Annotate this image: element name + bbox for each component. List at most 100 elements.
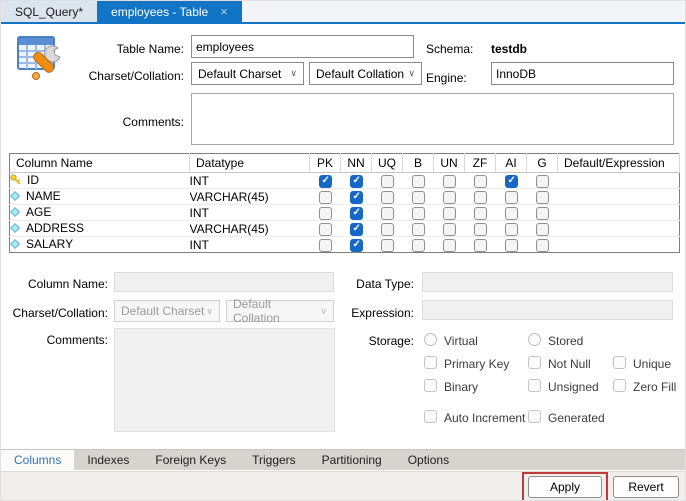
nn-checkbox[interactable] <box>350 175 363 188</box>
uq-checkbox[interactable] <box>381 191 394 204</box>
tab-sql-query[interactable]: SQL_Query* <box>1 1 97 22</box>
not-null-checkbox[interactable] <box>528 356 541 369</box>
revert-button[interactable]: Revert <box>613 476 679 498</box>
zf-checkbox[interactable] <box>474 223 487 236</box>
uq-checkbox[interactable] <box>381 207 394 220</box>
tab-foreign-keys[interactable]: Foreign Keys <box>142 450 239 470</box>
header-datatype[interactable]: Datatype <box>190 154 310 173</box>
charset-dropdown[interactable]: Default Charset ∨ <box>191 62 304 85</box>
table-name-input[interactable] <box>191 35 414 58</box>
primary-key-checkbox[interactable] <box>424 356 437 369</box>
column-row-salary[interactable]: SALARY INT <box>10 237 680 253</box>
close-icon[interactable]: × <box>220 5 228 18</box>
header-ai[interactable]: AI <box>496 154 527 173</box>
pk-checkbox[interactable] <box>319 191 332 204</box>
default-expression-cell[interactable] <box>558 173 680 189</box>
un-checkbox[interactable] <box>443 239 456 252</box>
tab-partitioning[interactable]: Partitioning <box>309 450 395 470</box>
binary-checkbox[interactable] <box>424 379 437 392</box>
detail-data-type-input[interactable] <box>422 272 673 292</box>
tab-options[interactable]: Options <box>395 450 462 470</box>
nn-checkbox[interactable] <box>350 223 363 236</box>
unique-checkbox[interactable] <box>613 356 626 369</box>
b-checkbox[interactable] <box>412 223 425 236</box>
header-b[interactable]: B <box>403 154 434 173</box>
column-row-age[interactable]: AGE INT <box>10 205 680 221</box>
g-checkbox[interactable] <box>536 191 549 204</box>
header-zf[interactable]: ZF <box>465 154 496 173</box>
datatype-cell: INT <box>190 173 310 189</box>
zf-checkbox[interactable] <box>474 191 487 204</box>
zf-checkbox[interactable] <box>474 239 487 252</box>
nn-checkbox[interactable] <box>350 191 363 204</box>
apply-button[interactable]: Apply <box>528 476 602 498</box>
header-uq[interactable]: UQ <box>372 154 403 173</box>
default-expression-cell[interactable] <box>558 237 680 253</box>
ai-checkbox[interactable] <box>505 191 518 204</box>
header-un[interactable]: UN <box>434 154 465 173</box>
zf-checkbox[interactable] <box>474 207 487 220</box>
un-checkbox[interactable] <box>443 175 456 188</box>
tab-indexes[interactable]: Indexes <box>74 450 142 470</box>
ai-checkbox[interactable] <box>505 175 518 188</box>
column-row-name[interactable]: NAME VARCHAR(45) <box>10 189 680 205</box>
detail-comments-textarea[interactable] <box>114 328 335 432</box>
unsigned-checkbox[interactable] <box>528 379 541 392</box>
default-expression-cell[interactable] <box>558 205 680 221</box>
b-checkbox[interactable] <box>412 239 425 252</box>
uq-checkbox[interactable] <box>381 223 394 236</box>
header-column-name[interactable]: Column Name <box>10 154 190 173</box>
generated-checkbox[interactable] <box>528 410 541 423</box>
pk-checkbox[interactable] <box>319 239 332 252</box>
header-pk[interactable]: PK <box>310 154 341 173</box>
pk-checkbox[interactable] <box>319 207 332 220</box>
tab-employees-table[interactable]: employees - Table × <box>97 1 242 22</box>
un-checkbox[interactable] <box>443 207 456 220</box>
engine-label: Engine: <box>426 71 467 85</box>
default-expression-cell[interactable] <box>558 189 680 205</box>
detail-charset-dropdown[interactable]: Default Charset ∨ <box>114 300 220 322</box>
uq-checkbox[interactable] <box>381 175 394 188</box>
pk-checkbox[interactable] <box>319 223 332 236</box>
uq-checkbox[interactable] <box>381 239 394 252</box>
un-checkbox[interactable] <box>443 223 456 236</box>
b-checkbox[interactable] <box>412 175 425 188</box>
ai-checkbox[interactable] <box>505 223 518 236</box>
auto-increment-checkbox[interactable] <box>424 410 437 423</box>
nn-checkbox[interactable] <box>350 239 363 252</box>
g-checkbox[interactable] <box>536 207 549 220</box>
default-expression-cell[interactable] <box>558 221 680 237</box>
tab-columns[interactable]: Columns <box>1 450 74 470</box>
zf-checkbox[interactable] <box>474 175 487 188</box>
g-checkbox[interactable] <box>536 223 549 236</box>
b-checkbox[interactable] <box>412 191 425 204</box>
column-name-cell: SALARY <box>26 237 73 251</box>
ai-checkbox[interactable] <box>505 239 518 252</box>
column-name-cell: ID <box>27 173 39 187</box>
collation-dropdown[interactable]: Default Collation ∨ <box>309 62 422 85</box>
detail-collation-dropdown[interactable]: Default Collation ∨ <box>226 300 334 322</box>
tab-triggers[interactable]: Triggers <box>239 450 309 470</box>
pk-checkbox[interactable] <box>319 175 332 188</box>
column-row-address[interactable]: ADDRESS VARCHAR(45) <box>10 221 680 237</box>
header-default-expression[interactable]: Default/Expression <box>558 154 680 173</box>
header-g[interactable]: G <box>527 154 558 173</box>
ai-checkbox[interactable] <box>505 207 518 220</box>
nn-checkbox[interactable] <box>350 207 363 220</box>
column-row-id[interactable]: ID INT <box>10 173 680 189</box>
b-checkbox[interactable] <box>412 207 425 220</box>
g-checkbox[interactable] <box>536 175 549 188</box>
zero-fill-checkbox[interactable] <box>613 379 626 392</box>
collation-value: Default Collation <box>316 67 404 81</box>
virtual-radio[interactable] <box>424 333 437 346</box>
engine-input[interactable] <box>491 62 674 85</box>
detail-column-name-input[interactable] <box>114 272 334 292</box>
table-comments-textarea[interactable] <box>191 93 674 145</box>
stored-radio[interactable] <box>528 333 541 346</box>
header-nn[interactable]: NN <box>341 154 372 173</box>
detail-expression-input[interactable] <box>422 300 673 320</box>
g-checkbox[interactable] <box>536 239 549 252</box>
primary-key-icon <box>10 174 21 188</box>
un-checkbox[interactable] <box>443 191 456 204</box>
columns-grid: Column Name Datatype PK NN UQ B UN ZF AI… <box>9 153 680 253</box>
